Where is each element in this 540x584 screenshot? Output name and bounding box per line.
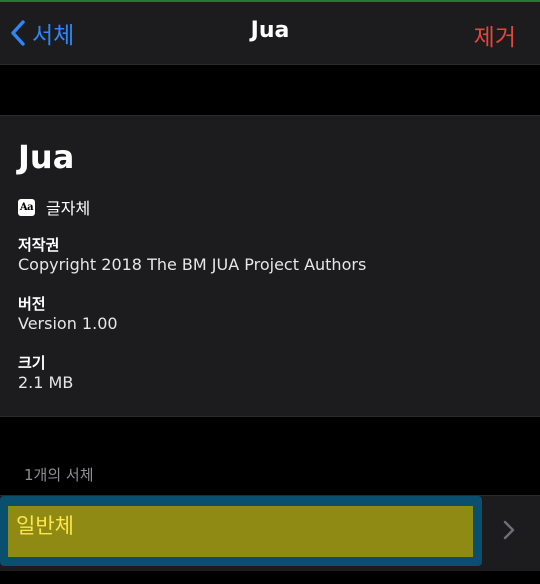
style-item-label: 일반체 [16, 514, 74, 538]
remove-button[interactable]: 제거 [474, 18, 516, 52]
list-item[interactable]: 일반체 [0, 495, 540, 571]
style-item-highlight-fill [8, 506, 473, 557]
navigation-bar: 서체 Jua 제거 [0, 2, 540, 65]
styles-section-header: 1개의 서체 [24, 466, 94, 484]
version-value: Version 1.00 [18, 314, 118, 333]
font-name: Jua [18, 138, 75, 176]
style-item-highlight[interactable]: 일반체 [0, 496, 482, 566]
chevron-right-icon [503, 520, 515, 544]
font-aa-icon: Aa [18, 198, 35, 216]
page-title: Jua [250, 18, 290, 43]
font-info-card: Jua Aa 글자체 저작권 Copyright 2018 The BM JUA… [0, 115, 540, 417]
version-label: 버전 [18, 295, 46, 313]
size-value: 2.1 MB [18, 373, 74, 392]
copyright-label: 저작권 [18, 236, 60, 254]
font-type-label: 글자체 [46, 199, 91, 218]
font-type-row: Aa 글자체 [18, 195, 90, 219]
copyright-value: Copyright 2018 The BM JUA Project Author… [18, 255, 367, 274]
size-label: 크기 [18, 354, 46, 372]
screen: 서체 Jua 제거 Jua Aa 글자체 저작권 Copyright 2018 … [0, 0, 540, 584]
